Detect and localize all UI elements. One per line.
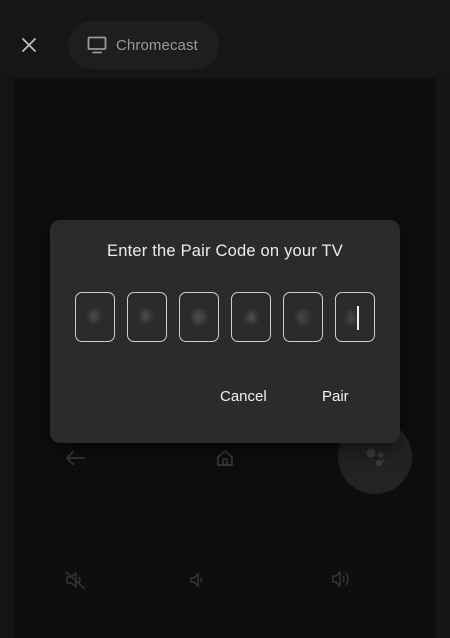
tv-remote-screen: Chromecast Enter the Pair Code on your T… [0, 0, 450, 638]
volume-up-button[interactable] [329, 567, 353, 591]
top-bar: Chromecast [0, 0, 450, 78]
back-arrow-icon [66, 451, 85, 465]
code-digit-3[interactable]: D [179, 292, 219, 342]
pair-code-dialog: Enter the Pair Code on your TV F F D 4 C… [50, 220, 400, 443]
volume-up-icon [332, 571, 349, 587]
mute-icon [65, 571, 85, 589]
volume-down-icon [190, 573, 203, 587]
code-digit-value: 1 [346, 308, 356, 326]
mute-button[interactable] [62, 568, 88, 592]
code-digit-value: D [193, 308, 205, 326]
device-selector-chip[interactable]: Chromecast [68, 21, 219, 69]
back-button[interactable] [60, 446, 90, 470]
code-digit-value: C [297, 308, 309, 326]
close-button[interactable] [14, 30, 44, 60]
code-digit-value: F [90, 308, 100, 326]
code-digit-value: 4 [246, 308, 256, 326]
code-digit-6[interactable]: 1 [335, 292, 375, 342]
code-digit-1[interactable]: F [75, 292, 115, 342]
pair-code-input-row: F F D 4 C 1 [75, 292, 375, 346]
code-digit-2[interactable]: F [127, 292, 167, 342]
code-digit-4[interactable]: 4 [231, 292, 271, 342]
volume-down-button[interactable] [186, 569, 208, 591]
cancel-button[interactable]: Cancel [220, 388, 267, 405]
close-icon [22, 38, 36, 52]
tv-icon [87, 36, 107, 54]
pair-button[interactable]: Pair [322, 388, 349, 405]
device-name: Chromecast [116, 36, 198, 54]
text-cursor [357, 306, 359, 330]
code-digit-value: F [142, 308, 152, 326]
home-icon [217, 450, 233, 466]
code-digit-5[interactable]: C [283, 292, 323, 342]
google-assistant-icon [366, 448, 385, 466]
home-button[interactable] [212, 445, 238, 471]
dialog-title: Enter the Pair Code on your TV [107, 242, 343, 260]
